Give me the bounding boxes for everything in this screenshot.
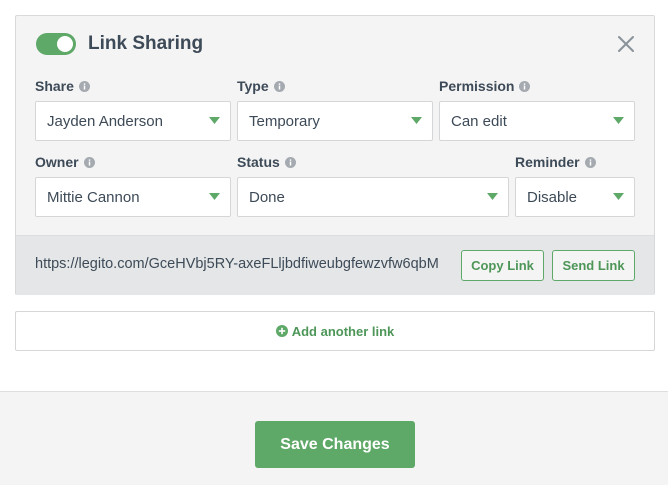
link-sharing-panel: Link Sharing Share Jayden Anderson Type [15, 15, 655, 295]
plus-circle-icon [275, 325, 288, 337]
reminder-value: Disable [527, 188, 578, 206]
share-field: Share Jayden Anderson [35, 77, 231, 141]
add-another-link-label: Add another link [291, 323, 395, 339]
owner-label: Owner [35, 153, 231, 171]
toggle-knob [57, 36, 73, 52]
status-value: Done [249, 188, 285, 206]
caret-down-icon [613, 117, 624, 124]
footer: Save Changes [0, 391, 668, 485]
type-value: Temporary [249, 112, 320, 130]
status-label: Status [237, 153, 509, 171]
caret-down-icon [487, 193, 498, 200]
save-changes-button[interactable]: Save Changes [255, 421, 415, 468]
reminder-field: Reminder Disable [515, 153, 635, 217]
share-value: Jayden Anderson [47, 112, 163, 130]
send-link-button[interactable]: Send Link [552, 250, 635, 281]
permission-value: Can edit [451, 112, 507, 130]
info-icon[interactable] [519, 80, 531, 92]
panel-header: Link Sharing [36, 33, 203, 55]
permission-label: Permission [439, 77, 635, 95]
owner-field: Owner Mittie Cannon [35, 153, 231, 217]
reminder-label: Reminder [515, 153, 635, 171]
copy-link-button[interactable]: Copy Link [461, 250, 544, 281]
info-icon[interactable] [83, 156, 95, 168]
share-link-url[interactable]: https://legito.com/GceHVbj5RY-axeFLljbdf… [35, 256, 453, 272]
caret-down-icon [613, 193, 624, 200]
info-icon[interactable] [78, 80, 90, 92]
share-label: Share [35, 77, 231, 95]
permission-field: Permission Can edit [439, 77, 635, 141]
panel-title: Link Sharing [88, 33, 204, 54]
info-icon[interactable] [584, 156, 596, 168]
caret-down-icon [209, 193, 220, 200]
type-select[interactable]: Temporary [237, 101, 433, 141]
status-field: Status Done [237, 153, 509, 217]
reminder-select[interactable]: Disable [515, 177, 635, 217]
caret-down-icon [411, 117, 422, 124]
link-bar: https://legito.com/GceHVbj5RY-axeFLljbdf… [16, 235, 654, 295]
caret-down-icon [209, 117, 220, 124]
info-icon[interactable] [284, 156, 296, 168]
owner-select[interactable]: Mittie Cannon [35, 177, 231, 217]
type-label: Type [237, 77, 433, 95]
link-sharing-toggle[interactable] [36, 33, 76, 55]
add-another-link-button[interactable]: Add another link [15, 311, 655, 351]
info-icon[interactable] [273, 80, 285, 92]
permission-select[interactable]: Can edit [439, 101, 635, 141]
type-field: Type Temporary [237, 77, 433, 141]
owner-value: Mittie Cannon [47, 188, 140, 206]
status-select[interactable]: Done [237, 177, 509, 217]
share-select[interactable]: Jayden Anderson [35, 101, 231, 141]
close-icon[interactable] [616, 34, 636, 54]
